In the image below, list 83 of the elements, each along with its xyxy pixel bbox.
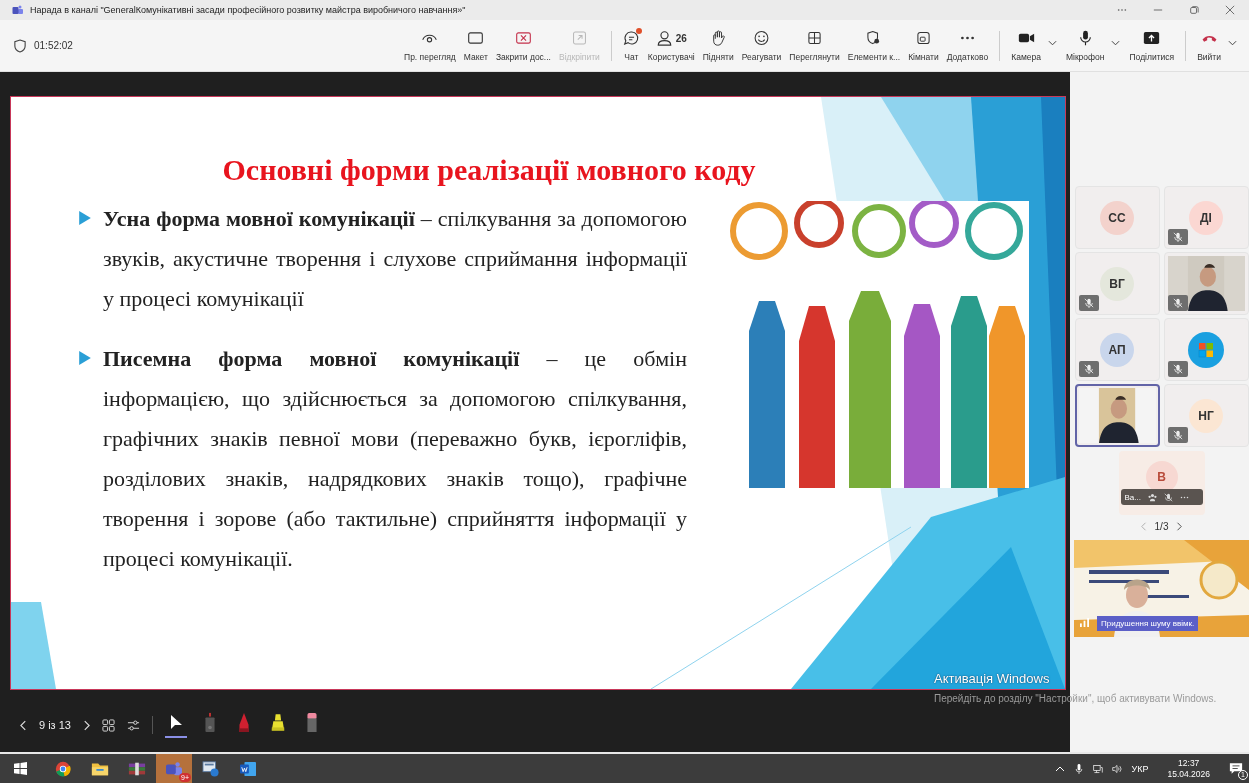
toolbar-button[interactable]: Закрити дос... [492,29,554,62]
eraser-icon [304,712,319,732]
signal-icon [1080,618,1089,627]
participant-tile[interactable]: НГ [1163,384,1249,447]
participant-tile[interactable]: ВГ [1074,252,1160,315]
network-icon[interactable] [1093,763,1104,774]
toolbar-button[interactable]: Мікрофон [1062,29,1108,62]
books-icon [128,760,146,777]
clock-date: 15.04.2026 [1167,768,1210,780]
toolbar-button[interactable]: Чат [619,29,643,62]
participant-initials: ДІ [1189,200,1223,235]
participant-initials: НГ [1189,398,1223,433]
participant-tile[interactable]: СС [1074,186,1160,249]
highlighter-icon [270,712,285,732]
chevron-down-icon[interactable] [1228,39,1237,46]
notifications-icon[interactable] [1229,762,1243,775]
participant-tile[interactable]: ДІ [1163,186,1249,249]
slide-counter: 9 із 13 [39,719,71,731]
participant-initials: ВГ [1100,266,1134,301]
next-page-icon[interactable] [1176,522,1183,531]
chevron-down-icon[interactable] [1047,39,1057,46]
stop-sharing-icon [514,30,532,46]
toolbar-button[interactable]: Поділитися [1126,29,1178,62]
bullet-text: Усна форма мовної комунікації – спілкування за допомогою звуків, акустичне творення і слухове сприймання інформації у процесі комунікації [103,205,687,313]
chevron-down-icon[interactable] [1111,39,1121,46]
participant-tile[interactable]: АП [1074,318,1160,381]
grid-icon [806,30,824,46]
toolbar-button[interactable]: Елементи к... [844,29,904,62]
pointer-icon [168,712,183,732]
next-slide-icon[interactable] [82,719,90,731]
browser-icon [54,760,72,777]
toolbar-button[interactable]: Пр. перегляд [401,29,459,62]
clock-time: 12:37 [1178,757,1200,769]
bullet-icon [79,211,91,225]
people-icon [655,30,673,46]
toolbar-button[interactable]: Камера [1008,29,1044,62]
slide-title: Основні форми реалізації мовного коду [221,153,757,187]
toolbar-button[interactable]: Додатково [943,29,992,62]
layout-icon [467,30,485,46]
participant-initials: СС [1100,200,1134,235]
microphone-icon[interactable] [1074,763,1085,774]
activation-title: Активація Windows [934,670,1051,687]
participant-name: Ва... [1124,492,1141,502]
language-indicator[interactable]: УКР [1131,763,1149,774]
participant-count: 26 [675,32,687,44]
meeting-timer: 01:52:02 [34,40,73,51]
toolbar-button[interactable]: Переглянути [786,29,843,62]
toolbar-button[interactable]: Вийти [1194,29,1224,62]
teams-app-icon [12,5,24,15]
annotation-tool[interactable] [164,712,187,738]
bullet-icon [79,351,91,365]
smiley-icon [753,30,770,46]
restore-icon[interactable] [1189,5,1199,15]
chat-icon [622,30,640,46]
grid-avatar-icon [1188,331,1224,368]
more-icon [958,35,976,41]
people-icon[interactable] [1147,492,1157,502]
page-indicator: 1/3 [1154,521,1169,532]
previous-slide-icon[interactable] [20,719,27,731]
window-title: Нарада в каналі "GeneralКомунікативні засади професійного розвитку майстра виробничого навчання»" [30,5,466,15]
rooms-icon [914,30,932,46]
speaker-icon[interactable] [1112,763,1123,774]
toolbar-button[interactable]: Макет [460,29,491,62]
noise-suppression-badge: Придушення шуму ввімк. [1097,616,1199,631]
participant-tile[interactable]: В Ва... [1118,451,1205,515]
laser-pointer-icon [202,712,217,732]
teams-icon [165,760,183,777]
network-window-icon [202,760,220,777]
participant-initials: АП [1100,332,1134,367]
pop-out-icon [570,30,588,46]
document-icon [239,760,257,777]
start-icon[interactable] [14,762,27,775]
toolbar-button[interactable]: Кімнати [905,29,942,62]
toolbar-button[interactable]: Реагувати [738,29,785,62]
toolbar-button[interactable]: Підняти [699,29,737,62]
grid-icon[interactable] [101,718,115,732]
share-screen-icon [1143,30,1161,46]
shield-icon [14,38,26,53]
close-icon[interactable] [1225,5,1235,15]
sliders-icon[interactable] [126,718,140,732]
bullet-text: Писемна форма мовної комунікації – це обмін інформацією, що здійснюється за допомогою спілкування, графічних знаків певної мови (переважно букв, ієрогліфів, розділових знаків, надрядкових знаків тощо), графічне творення і зорове (або тактильне) сприйняття інформації у процесі комунікації. [103,345,687,573]
toolbar-button[interactable]: 26 Користувачі [644,29,698,62]
pen-icon [236,712,251,732]
